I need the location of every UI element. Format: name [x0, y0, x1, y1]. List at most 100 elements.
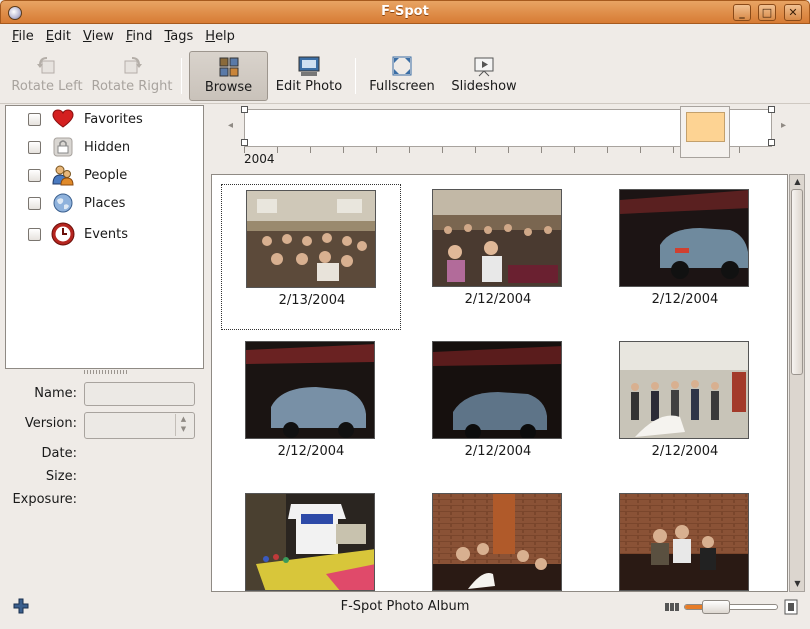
- people-icon: [52, 165, 74, 186]
- zoom-slider-knob[interactable]: [702, 600, 730, 614]
- window-title: F-Spot: [381, 4, 429, 19]
- rotate-right-label: Rotate Right: [91, 79, 173, 94]
- zoom-out-icon[interactable]: [664, 599, 680, 615]
- menu-file[interactable]: File: [6, 29, 40, 44]
- photo-thumbnail[interactable]: [619, 189, 749, 287]
- name-label: Name:: [34, 386, 77, 401]
- timeline-right-arrow-icon[interactable]: ▸: [781, 120, 786, 131]
- version-select[interactable]: ▲ ▼: [84, 412, 195, 439]
- photo-item[interactable]: [408, 488, 588, 591]
- slideshow-label: Slideshow: [451, 79, 517, 94]
- rotate-left-button[interactable]: Rotate Left: [8, 51, 86, 101]
- menu-view[interactable]: View: [77, 29, 120, 44]
- zoom-in-icon[interactable]: [783, 599, 799, 615]
- photo-item[interactable]: 2/12/2004: [595, 184, 775, 330]
- timeline-glass[interactable]: [680, 106, 730, 158]
- vertical-scrollbar[interactable]: ▲ ▼: [789, 174, 805, 592]
- timeline-handle[interactable]: [768, 139, 775, 146]
- toolbar-separator: [355, 58, 356, 94]
- rotate-right-icon: [124, 57, 142, 74]
- menu-find[interactable]: Find: [120, 29, 159, 44]
- tag-item-favorites[interactable]: Favorites: [6, 107, 203, 131]
- timeline-left-arrow-icon[interactable]: ◂: [228, 120, 233, 131]
- edit-photo-button[interactable]: Edit Photo: [272, 51, 346, 101]
- photo-item[interactable]: 2/12/2004: [595, 336, 775, 482]
- lock-icon: [53, 137, 73, 157]
- timeline[interactable]: ◂ ▸ 2004: [212, 104, 804, 168]
- tag-checkbox[interactable]: [28, 227, 41, 241]
- photo-thumbnail[interactable]: [619, 493, 749, 591]
- photo-thumbnail[interactable]: [432, 493, 562, 591]
- photo-item[interactable]: 2/12/2004: [408, 184, 588, 330]
- date-label: Date:: [41, 446, 77, 461]
- maximize-button[interactable]: □: [758, 4, 776, 21]
- tag-checkbox[interactable]: [28, 140, 41, 154]
- scroll-down-icon[interactable]: ▼: [792, 578, 803, 590]
- size-label: Size:: [45, 469, 77, 484]
- tag-label: Events: [84, 226, 129, 242]
- photo-item[interactable]: 2/12/2004: [221, 336, 401, 482]
- menu-tags[interactable]: Tags: [158, 29, 199, 44]
- tag-checkbox[interactable]: [28, 112, 41, 126]
- menu-bar: File Edit View Find Tags Help: [0, 24, 810, 48]
- browse-label: Browse: [204, 80, 253, 95]
- minimize-button[interactable]: _: [733, 4, 751, 21]
- scrollbar-thumb[interactable]: [791, 189, 803, 375]
- edit-photo-label: Edit Photo: [275, 79, 343, 94]
- title-bar: F-Spot _ □ ✕: [0, 0, 810, 24]
- zoom-slider[interactable]: [684, 600, 778, 614]
- tag-label: People: [84, 167, 128, 183]
- photo-item[interactable]: 2/12/2004: [408, 336, 588, 482]
- photo-thumbnail[interactable]: [245, 493, 375, 591]
- menu-edit[interactable]: Edit: [40, 29, 77, 44]
- version-label: Version:: [24, 416, 77, 431]
- toolbar-separator: [181, 58, 182, 94]
- browse-button[interactable]: Browse: [189, 51, 268, 101]
- photo-date: 2/12/2004: [651, 292, 719, 307]
- photo-date: 2/12/2004: [464, 444, 532, 459]
- toolbar: Rotate Left Rotate Right Browse Edit Pho…: [0, 48, 810, 104]
- tag-item-places[interactable]: Places: [6, 191, 203, 215]
- photo-grid: 2/13/2004 2/12/2004 2/12/2004 2/12/2004 …: [211, 174, 788, 592]
- timeline-handle[interactable]: [241, 139, 248, 146]
- pane-resize-grip[interactable]: [84, 370, 128, 374]
- tag-item-people[interactable]: People: [6, 163, 203, 187]
- photo-item[interactable]: 2/13/2004: [221, 184, 401, 330]
- photo-thumbnail[interactable]: [432, 189, 562, 287]
- photo-thumbnail[interactable]: [246, 190, 376, 288]
- globe-icon: [53, 193, 73, 213]
- tag-checkbox[interactable]: [28, 196, 41, 210]
- browse-icon: [219, 57, 238, 77]
- fullscreen-icon: [392, 56, 412, 76]
- slideshow-button[interactable]: Slideshow: [448, 51, 520, 101]
- photo-item[interactable]: [221, 488, 401, 591]
- photo-thumbnail[interactable]: [619, 341, 749, 439]
- menu-help[interactable]: Help: [199, 29, 241, 44]
- scroll-up-icon[interactable]: ▲: [792, 176, 803, 188]
- exposure-label: Exposure:: [12, 492, 77, 507]
- tag-list: Favorites Hidden People Places Events: [5, 105, 204, 369]
- tag-label: Favorites: [84, 111, 143, 127]
- photo-item[interactable]: [595, 488, 775, 591]
- photo-date: 2/12/2004: [277, 444, 345, 459]
- photo-date: 2/12/2004: [651, 444, 719, 459]
- timeline-handle[interactable]: [768, 106, 775, 113]
- status-bar: F-Spot Photo Album: [0, 595, 810, 619]
- heart-icon: [52, 109, 74, 128]
- edit-photo-icon: [298, 56, 320, 76]
- fullscreen-button[interactable]: Fullscreen: [366, 51, 438, 101]
- photo-thumbnail[interactable]: [432, 341, 562, 439]
- tag-item-hidden[interactable]: Hidden: [6, 135, 203, 159]
- rotate-right-button[interactable]: Rotate Right: [90, 51, 174, 101]
- spin-arrows-icon: ▲ ▼: [175, 414, 191, 436]
- tag-checkbox[interactable]: [28, 168, 41, 182]
- timeline-year: 2004: [244, 152, 275, 166]
- photo-thumbnail[interactable]: [245, 341, 375, 439]
- close-button[interactable]: ✕: [784, 4, 802, 21]
- fullscreen-label: Fullscreen: [369, 79, 435, 94]
- photo-date: 2/12/2004: [464, 292, 532, 307]
- timeline-glass-fill: [686, 112, 725, 142]
- timeline-handle[interactable]: [241, 106, 248, 113]
- name-field[interactable]: [84, 382, 195, 406]
- tag-item-events[interactable]: Events: [6, 222, 203, 246]
